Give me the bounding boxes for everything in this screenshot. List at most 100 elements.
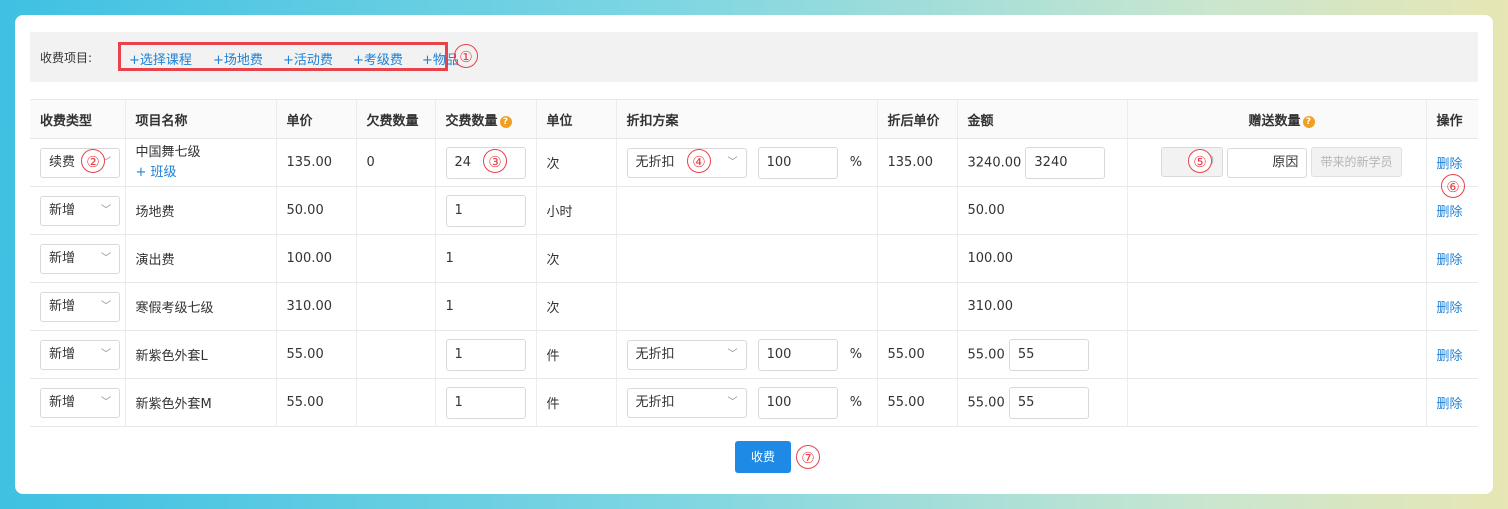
discounted-price [876, 282, 957, 331]
discount-plan-value: 无折扣 [635, 347, 675, 362]
chevron-down-icon: ﹀ [101, 300, 111, 312]
chevron-down-icon: ﹀ [727, 349, 738, 360]
venue-fee-link[interactable]: +场地费 [213, 49, 263, 68]
chevron-down-icon: ﹀ [101, 252, 111, 264]
delete-link[interactable]: 删除 [1437, 349, 1463, 364]
amount: 50.00 [956, 186, 1127, 235]
discount-plan-value: 无折扣 [635, 395, 675, 410]
delete-link[interactable]: 删除 [1437, 301, 1463, 316]
delete-link[interactable]: 删除 [1437, 253, 1463, 268]
amount: 3240.00 [967, 155, 1022, 170]
delete-link[interactable]: 删除 [1437, 205, 1463, 220]
fee-items-label: 收费项目: [40, 51, 93, 65]
fee-type-value: 新增 [49, 346, 76, 362]
unit: 次 [535, 234, 616, 283]
item-name: 新紫色外套L [124, 330, 276, 379]
gift-cell [1126, 234, 1426, 283]
amount-input[interactable]: 55 [1008, 386, 1089, 419]
discount-plan-select[interactable]: 无折扣 ﹀ [626, 340, 747, 370]
pay-qty-input[interactable]: 1 [445, 338, 526, 371]
discount-plan-value: 无折扣 [635, 155, 675, 170]
discount-percent-input[interactable]: 100 [757, 146, 838, 179]
fee-table: 收费类型 项目名称 单价 欠费数量 交费数量? 单位 折扣方案 折后单价 金额 … [30, 99, 1478, 427]
annotation-marker-1: ① [454, 44, 478, 68]
amount: 55.00 [967, 347, 1005, 362]
select-course-link[interactable]: +选择课程 [129, 49, 192, 68]
unit-price: 100.00 [275, 234, 356, 283]
exam-fee-link[interactable]: +考级费 [353, 49, 403, 68]
col-unit-price: 单价 [275, 99, 356, 139]
col-name: 项目名称 [124, 99, 276, 139]
discount-plan-select[interactable]: 无折扣 ﹀ [626, 388, 747, 418]
table-row: 新增 ﹀ 新紫色外套M 55.00 1 件 无折扣 ﹀ 100 % 55.00 55… [30, 378, 1478, 427]
gift-reason-select[interactable]: 原因 ﹀ [1227, 147, 1308, 178]
fee-type-value: 新增 [49, 250, 76, 266]
percent-symbol: % [849, 395, 863, 410]
table-row: 新增 ﹀ 寒假考级七级 310.00 1 次 310.00 删除 [30, 282, 1478, 331]
fee-type-select[interactable]: 新增 ﹀ [40, 387, 120, 418]
fee-type-select[interactable]: 新增 ﹀ [40, 291, 120, 322]
discounted-price: 55.00 [876, 378, 957, 427]
annotation-marker-5: ⑤ [1188, 149, 1212, 173]
annotation-marker-3: ③ [483, 149, 507, 173]
col-unit: 单位 [535, 99, 616, 139]
discount-percent-input[interactable]: 100 [757, 338, 838, 371]
chevron-down-icon: ﹀ [101, 396, 111, 408]
annotation-marker-6: ⑥ [1441, 174, 1465, 198]
discounted-price [876, 234, 957, 283]
fee-type-select[interactable]: 续费 ﹀ [40, 147, 120, 178]
table-row: 新增 ﹀ 新紫色外套L 55.00 1 件 无折扣 ﹀ 100 % 55.00 55… [30, 330, 1478, 379]
gift-cell [1126, 378, 1426, 427]
amount: 55.00 [967, 395, 1005, 410]
annotation-marker-7: ⑦ [796, 445, 820, 469]
unit-price: 55.00 [275, 330, 356, 379]
amount-input[interactable]: 55 [1008, 338, 1089, 371]
col-actions: 操作 [1425, 99, 1478, 139]
fee-type-select[interactable]: 新增 ﹀ [40, 243, 120, 274]
add-class-link[interactable]: + 班级 [136, 163, 276, 183]
fee-type-select[interactable]: 新增 ﹀ [40, 195, 120, 226]
pay-qty-input[interactable]: 1 [445, 386, 526, 419]
activity-fee-link[interactable]: +活动费 [283, 49, 333, 68]
discount-cell [615, 186, 877, 235]
unit-price: 55.00 [275, 378, 356, 427]
fee-type-value: 新增 [49, 202, 76, 218]
owed-qty [355, 186, 435, 235]
amount-input[interactable]: 3240 [1025, 146, 1106, 179]
fee-items-bar: 收费项目: +选择课程 +场地费 +活动费 +考级费 +物品 ① [30, 32, 1478, 82]
help-icon[interactable]: ? [499, 115, 512, 128]
gift-cell [1126, 330, 1426, 379]
col-amount: 金额 [956, 99, 1127, 139]
help-icon[interactable]: ? [1302, 115, 1315, 128]
col-type: 收费类型 [30, 99, 125, 139]
new-student-referral-button: 带来的新学员 [1311, 147, 1402, 178]
charge-button[interactable]: 收费 [735, 441, 791, 473]
col-pay-qty: 交费数量? [434, 99, 536, 139]
table-row: 新增 ﹀ 演出费 100.00 1 次 100.00 删除 [30, 234, 1478, 283]
unit: 件 [535, 330, 616, 379]
owed-qty [355, 330, 435, 379]
discount-percent-input[interactable]: 100 [757, 386, 838, 419]
table-header-row: 收费类型 项目名称 单价 欠费数量 交费数量? 单位 折扣方案 折后单价 金额 … [30, 99, 1478, 139]
chevron-down-icon: ﹀ [727, 397, 738, 408]
chevron-down-icon: ﹀ [101, 204, 111, 216]
delete-link[interactable]: 删除 [1437, 397, 1463, 412]
unit: 小时 [535, 186, 616, 235]
col-discount: 折扣方案 [615, 99, 877, 139]
chevron-down-icon: ﹀ [101, 348, 111, 360]
fee-type-value: 续费 [49, 154, 76, 170]
item-name: 中国舞七级 [135, 144, 201, 160]
table-row: 续费 ﹀ 中国舞七级 + 班级 135.00 0 24 次 无折扣 ﹀ 100 % … [30, 138, 1478, 187]
fee-type-select[interactable]: 新增 ﹀ [40, 339, 120, 370]
col-pay-qty-label: 交费数量 [445, 113, 498, 129]
discount-cell [615, 282, 877, 331]
owed-qty [355, 234, 435, 283]
discount-cell [615, 234, 877, 283]
delete-link[interactable]: 删除 [1437, 157, 1463, 172]
unit-price: 135.00 [275, 138, 356, 187]
annotation-marker-2: ② [81, 149, 105, 173]
fee-type-value: 新增 [49, 394, 76, 410]
gift-cell [1126, 186, 1426, 235]
pay-qty-input[interactable]: 1 [445, 194, 526, 227]
amount: 310.00 [956, 282, 1127, 331]
